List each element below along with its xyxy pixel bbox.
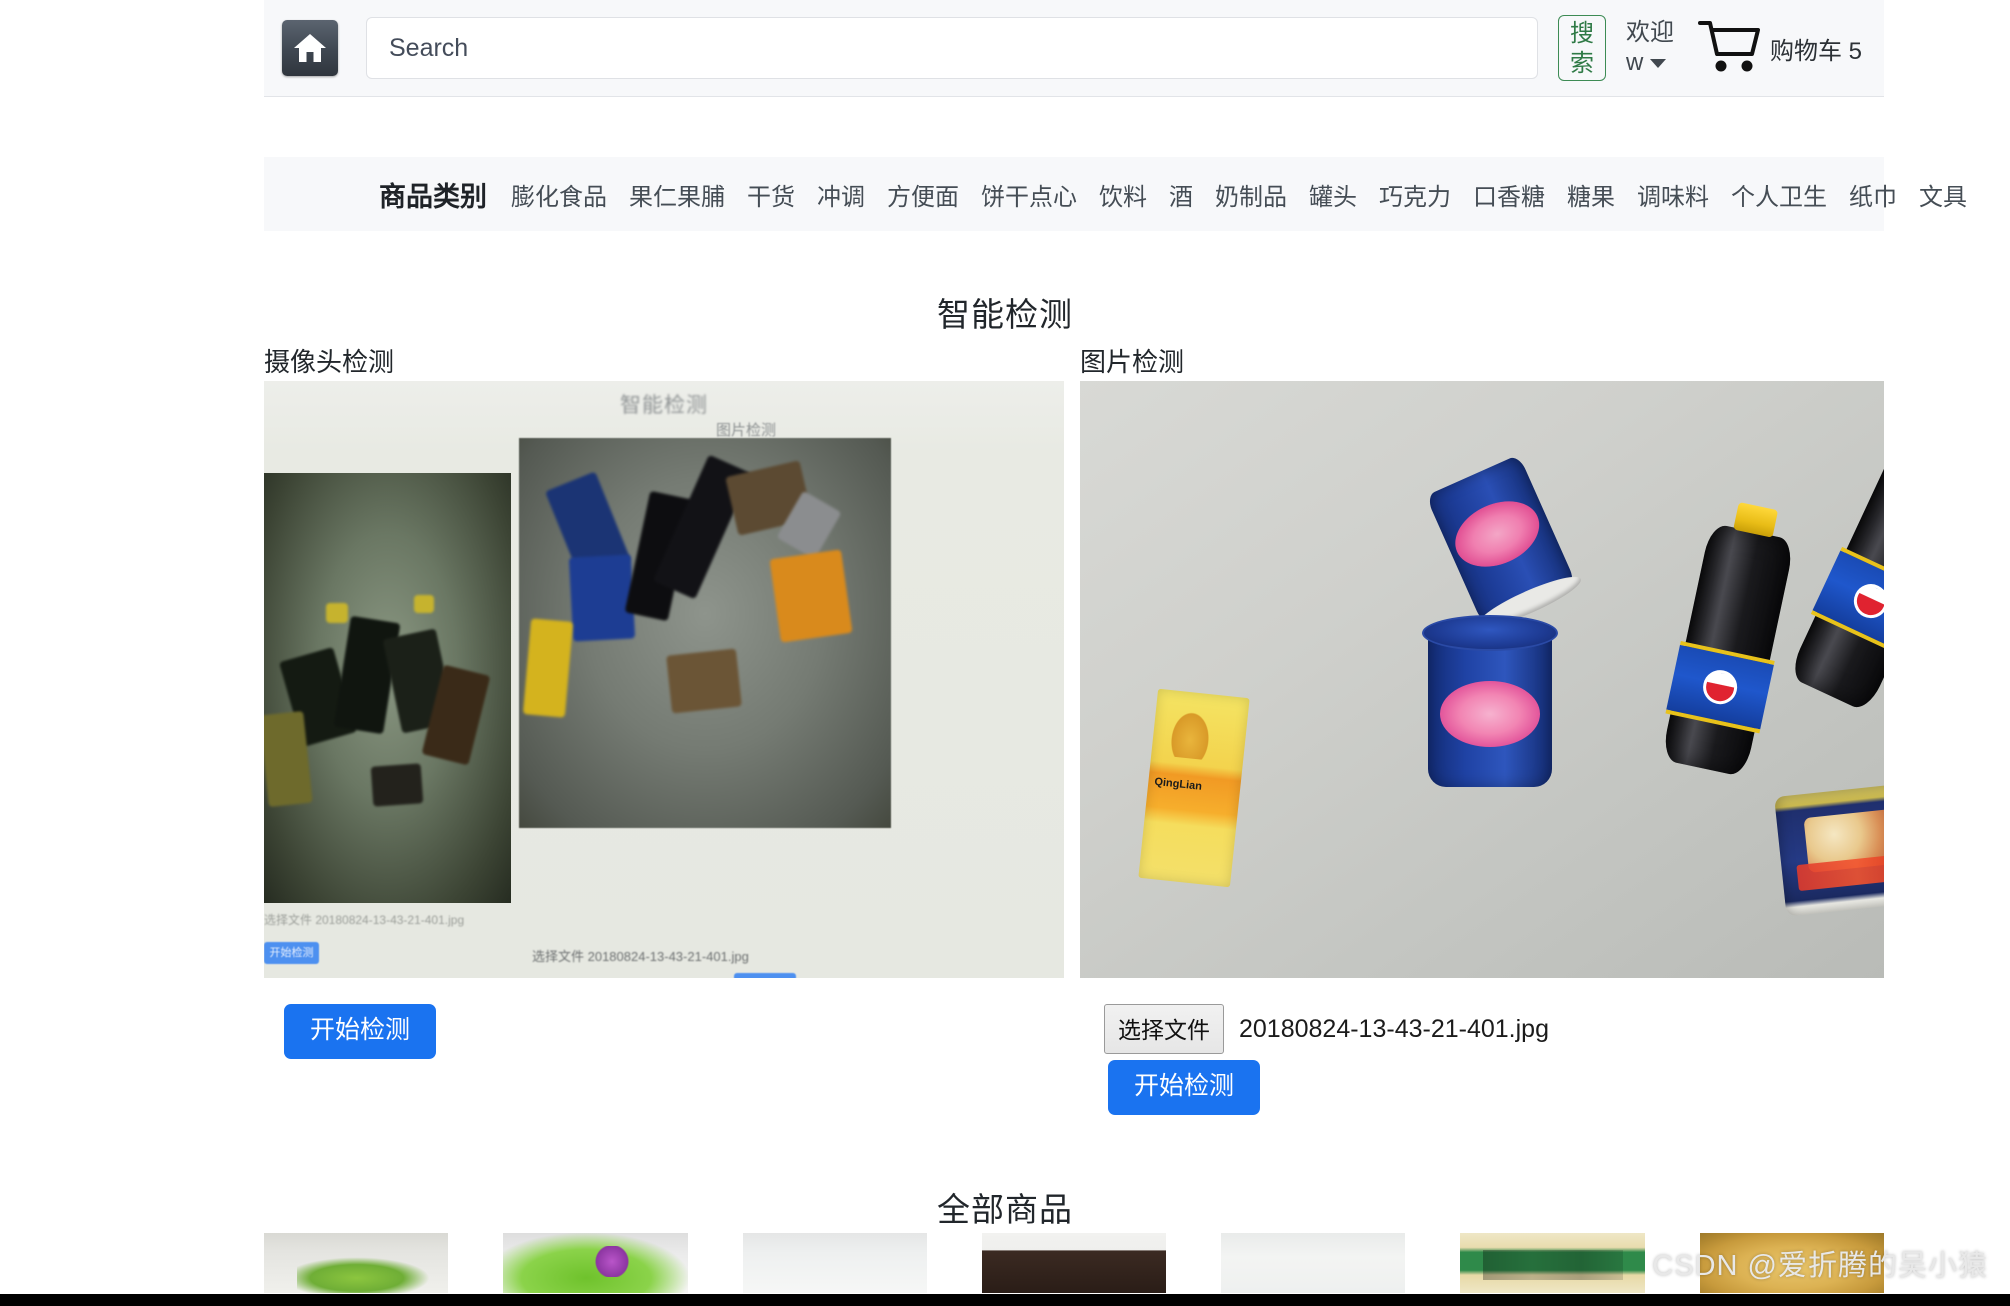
site-header: 搜索 欢迎 w 购物车 5: [264, 0, 1884, 97]
oreo-cup-top-lid: [1422, 615, 1558, 651]
product-pepsi-bottle-back: [1787, 432, 1884, 714]
camera-overlay-button-2-label: 开始检测: [734, 973, 796, 978]
home-button[interactable]: [282, 20, 338, 76]
product-thumb-3[interactable]: [742, 1233, 927, 1293]
nav-item-7[interactable]: 酒: [1169, 177, 1193, 212]
nav-item-13[interactable]: 调味料: [1637, 177, 1709, 212]
camera-start-detect-button[interactable]: 开始检测: [284, 1004, 437, 1059]
product-thumb-image: [1699, 1233, 1884, 1293]
product-thumb-2[interactable]: [503, 1233, 688, 1293]
product-oreo-cup-tilted: [1425, 454, 1586, 635]
product-thumb-image: [264, 1233, 449, 1293]
nav-item-11[interactable]: 口香糖: [1473, 177, 1545, 212]
search-button[interactable]: 搜索: [1557, 15, 1606, 81]
nav-item-12[interactable]: 糖果: [1567, 177, 1615, 212]
qinglian-brand-text: QingLian: [1153, 776, 1203, 794]
nav-item-1[interactable]: 果仁果脯: [629, 177, 725, 212]
choose-file-button[interactable]: 选择文件: [1104, 1004, 1224, 1054]
nav-item-10[interactable]: 巧克力: [1379, 177, 1451, 212]
product-thumb-image: [981, 1233, 1167, 1293]
camera-panel-label: 摄像头检测: [264, 347, 395, 377]
camera-overlay-title: 智能检测: [620, 394, 708, 417]
cart-label: 购物车 5: [1769, 37, 1862, 65]
search-input[interactable]: [366, 17, 1538, 79]
cart-button[interactable]: 购物车 5: [1696, 18, 1862, 79]
product-thumb-7[interactable]: [1699, 1233, 1884, 1293]
camera-preview-scene: 智能检测 图片检测 选择文件 20180824-13-43-21-401.jpg: [264, 381, 1064, 978]
pepsi-logo-icon: [1699, 667, 1741, 708]
user-menu[interactable]: 欢迎 w: [1626, 18, 1674, 78]
camera-overlay-left-video: [264, 473, 511, 903]
product-pepsi-bottle-front: [1660, 502, 1796, 778]
bottom-edge-bar: [0, 1294, 2010, 1306]
product-thumb-image: [1221, 1233, 1406, 1293]
product-thumb-image: [742, 1233, 927, 1293]
camera-overlay-sublabel-left: [266, 443, 279, 462]
camera-overlay-button-2: 开始检测: [734, 973, 796, 978]
nav-item-9[interactable]: 罐头: [1309, 177, 1357, 212]
nav-item-15[interactable]: 纸巾: [1849, 177, 1897, 212]
product-thumb-image: [1460, 1233, 1645, 1293]
camera-overlay-file-caption: 选择文件 20180824-13-43-21-401.jpg: [532, 949, 749, 964]
bottle-label: [1810, 546, 1884, 656]
bottle-label: [1665, 640, 1775, 734]
shopping-cart-icon: [1696, 18, 1762, 79]
product-cup-noodles-bottom: [1774, 781, 1884, 917]
image-panel-label: 图片检测: [1080, 347, 1185, 377]
category-nav-links: 膨化食品 果仁果脯 干货 冲调 方便面 饼干点心 饮料 酒 奶制品 罐头 巧克力…: [511, 177, 1989, 212]
nav-item-6[interactable]: 饮料: [1099, 177, 1147, 212]
nav-item-14[interactable]: 个人卫生: [1731, 177, 1827, 212]
all-products-title: 全部商品: [937, 1191, 1073, 1228]
pineapple-graphic: [1165, 704, 1217, 761]
detection-photo: QingLian QingLian: [1080, 381, 1884, 978]
category-nav-title: 商品类别: [379, 181, 487, 212]
product-thumbnail-strip: [264, 1233, 1884, 1293]
product-thumb-4[interactable]: [981, 1233, 1167, 1293]
nav-item-4[interactable]: 方便面: [887, 177, 959, 212]
product-thumb-1[interactable]: [264, 1233, 449, 1293]
page-title: 智能检测: [937, 296, 1073, 333]
product-qinglian-box-left: QingLian: [1138, 688, 1250, 888]
camera-overlay-right-image: [519, 438, 891, 828]
camera-overlay-sublabel: 图片检测: [716, 422, 777, 439]
nav-item-8[interactable]: 奶制品: [1215, 177, 1287, 212]
welcome-label: 欢迎: [1625, 19, 1674, 46]
image-start-detect-button[interactable]: 开始检测: [1108, 1060, 1261, 1115]
product-oreo-cup-upright: [1422, 615, 1558, 787]
category-nav: 商品类别 膨化食品 果仁果脯 干货 冲调 方便面 饼干点心 饮料 酒 奶制品 罐…: [264, 157, 1967, 231]
product-thumb-6[interactable]: [1460, 1233, 1645, 1293]
nav-item-5[interactable]: 饼干点心: [981, 177, 1077, 212]
camera-overlay-button-1: 开始检测: [264, 942, 319, 964]
product-thumb-image: [503, 1233, 688, 1293]
camera-overlay-button-1-label: 开始检测: [269, 947, 314, 959]
camera-preview[interactable]: 智能检测 图片检测 选择文件 20180824-13-43-21-401.jpg: [264, 381, 1064, 978]
nav-item-3[interactable]: 冲调: [817, 177, 865, 212]
pepsi-logo-icon: [1848, 578, 1884, 624]
nav-item-16[interactable]: 文具: [1919, 177, 1967, 212]
user-name: w: [1625, 49, 1644, 76]
product-thumb-5[interactable]: [1221, 1233, 1406, 1293]
file-upload-row: 选择文件 20180824-13-43-21-401.jpg: [1104, 1004, 1549, 1054]
bottle-cap-icon: [1733, 502, 1779, 538]
uploaded-image-preview[interactable]: QingLian QingLian: [1080, 381, 1884, 978]
chevron-down-icon: [1650, 58, 1667, 68]
nav-item-2[interactable]: 干货: [747, 177, 795, 212]
home-icon: [292, 31, 328, 65]
camera-overlay-small-caption: 选择文件 20180824-13-43-21-401.jpg: [264, 913, 465, 927]
selected-file-name: 20180824-13-43-21-401.jpg: [1239, 1014, 1549, 1043]
nav-item-0[interactable]: 膨化食品: [511, 177, 607, 212]
